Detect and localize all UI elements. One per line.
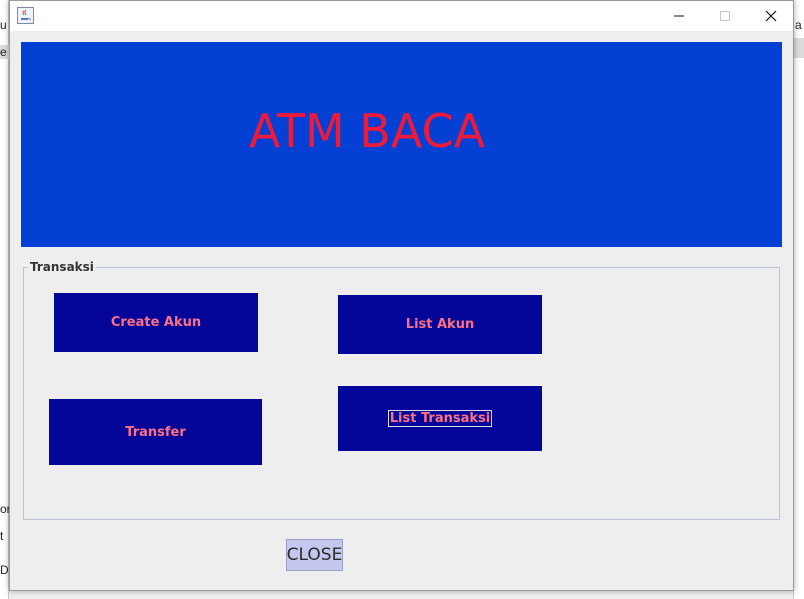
background-right-edge — [793, 0, 804, 599]
list-akun-button[interactable]: List Akun — [338, 295, 542, 354]
maximize-icon — [719, 7, 731, 26]
java-icon — [17, 7, 34, 24]
banner-panel: ATM BACA — [21, 42, 782, 247]
transfer-button[interactable]: Transfer — [49, 399, 262, 465]
background-text: t — [0, 529, 4, 543]
minimize-button[interactable] — [656, 1, 702, 31]
background-text: a — [795, 18, 802, 32]
banner-title: ATM BACA — [249, 104, 486, 158]
create-akun-label: Create Akun — [110, 315, 202, 330]
list-transaksi-label: List Transaksi — [387, 410, 493, 427]
minimize-icon — [673, 7, 685, 26]
group-title: Transaksi — [28, 260, 96, 274]
atm-window: ATM BACA Transaksi Create Akun List Akun… — [9, 0, 794, 591]
background-band — [793, 38, 804, 58]
maximize-button — [702, 1, 748, 31]
background-text: or — [0, 502, 9, 516]
close-icon — [765, 7, 777, 26]
list-transaksi-button[interactable]: List Transaksi — [338, 386, 542, 451]
close-label: CLOSE — [286, 545, 343, 565]
title-bar[interactable] — [10, 1, 793, 31]
list-akun-label: List Akun — [405, 317, 475, 332]
create-akun-button[interactable]: Create Akun — [54, 293, 258, 352]
background-text: Do — [0, 563, 9, 577]
background-text: u — [0, 18, 7, 32]
transfer-label: Transfer — [125, 424, 186, 440]
close-button[interactable]: CLOSE — [286, 539, 343, 571]
background-text: e — [0, 45, 7, 59]
window-close-button[interactable] — [748, 1, 794, 31]
